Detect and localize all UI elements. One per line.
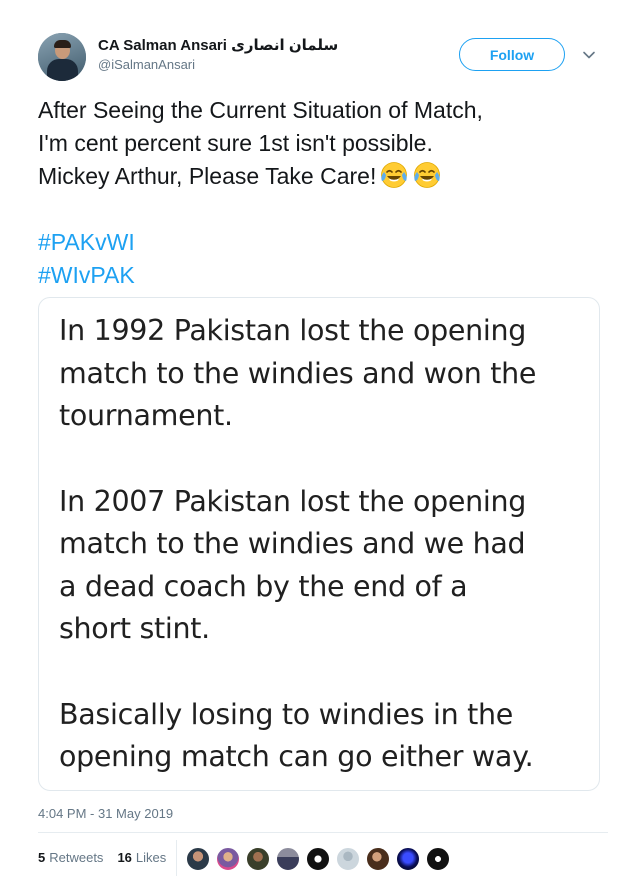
face-with-tears-of-joy-icon [381,162,408,188]
liker-avatar[interactable] [306,847,330,871]
tweet-line-text: Mickey Arthur, Please Take Care! [38,163,377,189]
media-line: In 2007 Pakistan lost the opening [59,484,527,518]
display-name[interactable]: CA Salman Ansari سلمان انصاری [98,36,338,54]
retweets-stat[interactable]: 5 Retweets [38,850,103,865]
media-image[interactable]: In 1992 Pakistan lost the opening match … [38,297,600,791]
media-paragraph: In 1992 Pakistan lost the opening match … [59,310,589,438]
liker-avatar[interactable] [336,847,360,871]
media-line: In 1992 Pakistan lost the opening [59,314,527,347]
face-with-tears-of-joy-icon [414,162,441,188]
tweet-timestamp[interactable]: 4:04 PM - 31 May 2019 [38,806,173,821]
tweet-line: I'm cent percent sure 1st isn't possible… [38,130,433,156]
hashtag-link[interactable]: #PAKvWI [38,226,135,259]
liker-avatar[interactable] [216,847,240,871]
liker-avatar[interactable] [276,847,300,871]
chevron-down-icon[interactable] [582,48,596,62]
media-line: short stint. [59,612,210,645]
liker-avatar[interactable] [246,847,270,871]
media-line: match to the windies and won the [59,356,537,390]
likes-label: Likes [135,850,167,865]
likes-stat[interactable]: 16 Likes [117,850,166,865]
retweets-label: Retweets [49,850,104,865]
liker-avatar[interactable] [426,847,450,871]
media-line: a dead coach by the end of a [59,569,468,603]
tweet-text: After Seeing the Current Situation of Ma… [38,94,598,193]
liker-avatar[interactable] [396,847,420,871]
media-line: opening match can go either way. [59,740,534,773]
tweet-line: Mickey Arthur, Please Take Care! [38,160,598,193]
tweet-line: After Seeing the Current Situation of Ma… [38,97,483,123]
media-line: tournament. [59,399,233,432]
media-text: In 1992 Pakistan lost the opening match … [59,310,589,790]
media-line: Basically losing to windies in the [59,697,514,731]
liker-avatar[interactable] [186,847,210,871]
avatar[interactable] [38,33,86,81]
stats-separator [176,840,177,876]
user-names[interactable]: CA Salman Ansari سلمان انصاری @iSalmanAn… [98,36,338,72]
liker-avatar[interactable] [366,847,390,871]
retweets-count: 5 [38,850,46,865]
likes-count: 16 [117,850,132,865]
hashtag-link[interactable]: #WIvPAK [38,259,135,292]
screen-name[interactable]: @iSalmanAnsari [98,57,338,72]
tweet-stats: 5 Retweets 16 Likes [38,850,180,865]
media-line: match to the windies and we had [59,527,526,560]
media-paragraph: In 2007 Pakistan lost the opening match … [59,481,589,651]
media-paragraph: Basically losing to windies in the openi… [59,694,589,779]
divider [38,832,608,833]
tweet-header: CA Salman Ansari سلمان انصاری @iSalmanAn… [38,30,608,82]
follow-button[interactable]: Follow [459,38,565,71]
